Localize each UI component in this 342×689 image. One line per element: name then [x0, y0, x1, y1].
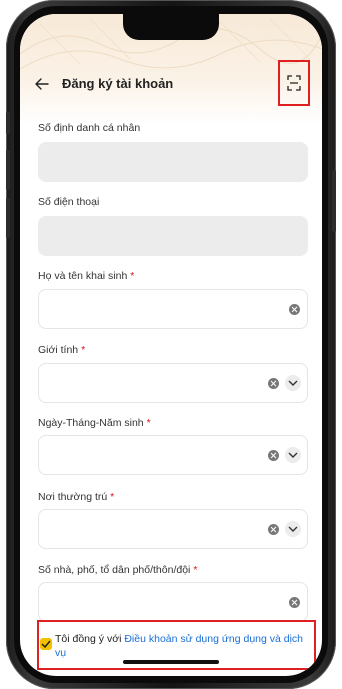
arrow-left-icon[interactable]: [32, 74, 52, 94]
page-title: Đăng ký tài khoản: [62, 76, 174, 91]
full-name-field[interactable]: [38, 289, 308, 329]
label-text: Số định danh cá nhân: [38, 122, 141, 134]
terms-prefix: Tôi đồng ý với: [55, 633, 125, 645]
chevron-down-icon[interactable]: [285, 447, 301, 463]
dob-select[interactable]: [38, 435, 308, 475]
clear-icon[interactable]: [268, 450, 279, 461]
label-text: Ngày-Tháng-Năm sinh: [38, 417, 144, 429]
volume-down-button: [6, 198, 10, 238]
chevron-down-icon[interactable]: [285, 521, 301, 537]
field-label-residence: Nơi thường trú *: [38, 491, 114, 503]
required-mark: *: [193, 564, 198, 576]
required-mark: *: [146, 417, 151, 429]
required-mark: *: [130, 270, 135, 282]
screenshot-stage: Đăng ký tài khoản Số định danh cá nhân S…: [0, 0, 342, 689]
label-text: Nơi thường trú: [38, 491, 108, 503]
volume-up-button: [6, 150, 10, 190]
clear-icon[interactable]: [289, 304, 300, 315]
power-button: [332, 170, 336, 232]
home-indicator: [123, 660, 219, 664]
required-mark: *: [81, 344, 86, 356]
field-label-id-number: Số định danh cá nhân: [38, 122, 140, 134]
gender-select[interactable]: [38, 363, 308, 403]
clear-icon[interactable]: [268, 524, 279, 535]
residence-select[interactable]: [38, 509, 308, 549]
top-bar: Đăng ký tài khoản: [20, 60, 322, 106]
id-number-field[interactable]: [38, 142, 308, 182]
terms-agreement-text: Tôi đồng ý với Điều khoản sử dụng ứng dụ…: [55, 632, 313, 660]
required-mark: *: [110, 491, 115, 503]
field-label-full-name: Họ và tên khai sinh *: [38, 270, 134, 282]
scan-qr-icon[interactable]: [287, 75, 301, 91]
label-text: Số điện thoại: [38, 196, 100, 208]
device-notch: [123, 14, 219, 40]
field-label-address: Số nhà, phố, tổ dân phố/thôn/đội *: [38, 564, 197, 576]
clear-icon[interactable]: [289, 597, 300, 608]
field-label-phone: Số điện thoại: [38, 196, 99, 208]
field-label-gender: Giới tính *: [38, 344, 85, 356]
label-text: Họ và tên khai sinh: [38, 270, 128, 282]
label-text: Giới tính: [38, 344, 79, 356]
app-screen: Đăng ký tài khoản Số định danh cá nhân S…: [20, 14, 322, 676]
label-text: Số nhà, phố, tổ dân phố/thôn/đội: [38, 564, 191, 576]
phone-field[interactable]: [38, 216, 308, 256]
terms-checkbox[interactable]: [40, 638, 52, 650]
mute-switch: [6, 112, 10, 134]
clear-icon[interactable]: [268, 378, 279, 389]
scan-button-highlight[interactable]: [278, 60, 310, 106]
chevron-down-icon[interactable]: [285, 375, 301, 391]
address-field[interactable]: [38, 582, 308, 622]
field-label-dob: Ngày-Tháng-Năm sinh *: [38, 417, 151, 429]
